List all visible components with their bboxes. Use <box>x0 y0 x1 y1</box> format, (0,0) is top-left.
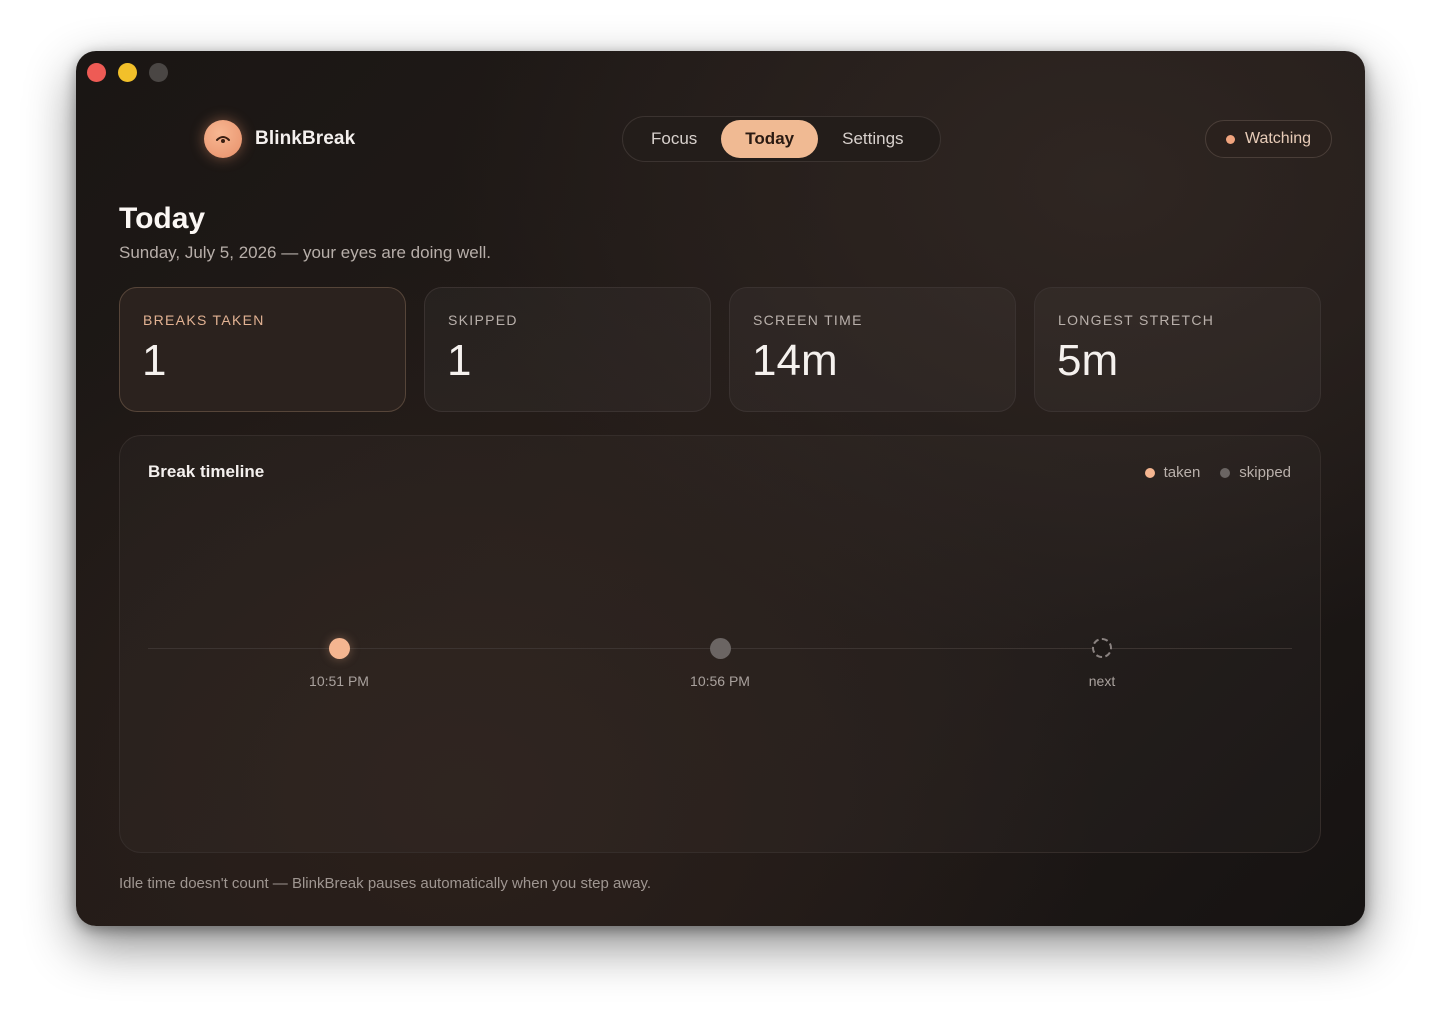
app-name: BlinkBreak <box>255 128 356 149</box>
stat-value: 14m <box>752 336 838 385</box>
status-label: Watching <box>1244 130 1312 147</box>
stat-card-longest-stretch: LONGEST STRETCH 5m <box>1034 287 1321 412</box>
stat-card-screen-time: SCREEN TIME 14m <box>729 287 1016 412</box>
skipped-dot-icon <box>1220 467 1231 478</box>
timeline-marker-label: 10:56 PM <box>690 673 750 689</box>
stat-label: SCREEN TIME <box>753 312 863 328</box>
stat-card-breaks-taken: BREAKS TAKEN 1 <box>119 287 406 412</box>
stat-label: SKIPPED <box>448 312 518 328</box>
app-window: BlinkBreak Focus Today Settings Watching… <box>76 51 1365 926</box>
close-window-button[interactable] <box>87 63 106 82</box>
stat-value: 1 <box>142 336 167 385</box>
stat-value: 1 <box>447 336 472 385</box>
legend-item-skipped: skipped <box>1220 464 1291 481</box>
timeline-marker-next <box>1092 638 1112 658</box>
zoom-window-button[interactable] <box>149 63 168 82</box>
tab-today[interactable]: Today <box>721 120 819 158</box>
stat-value: 5m <box>1057 336 1119 385</box>
brand: BlinkBreak <box>204 120 355 158</box>
taken-dot-icon <box>1144 467 1155 478</box>
tab-focus[interactable]: Focus <box>627 120 721 158</box>
status-dot-icon <box>1225 134 1235 144</box>
legend-label: taken <box>1163 464 1201 481</box>
page-subtitle: Sunday, July 5, 2026 — your eyes are doi… <box>119 243 492 262</box>
tab-settings[interactable]: Settings <box>818 120 927 158</box>
legend-label: skipped <box>1239 464 1291 481</box>
window-controls <box>87 63 168 82</box>
stat-label: LONGEST STRETCH <box>1058 312 1215 328</box>
timeline-marker-label: next <box>1088 673 1116 689</box>
timeline-legend: taken skipped <box>1144 464 1291 481</box>
page-title: Today <box>119 202 206 235</box>
eye-logo-icon <box>204 120 242 158</box>
timeline-marker-taken[interactable] <box>329 638 350 659</box>
watching-status-button[interactable]: Watching <box>1205 120 1332 158</box>
main-tabs: Focus Today Settings <box>622 116 941 162</box>
timeline-title: Break timeline <box>148 462 265 481</box>
minimize-window-button[interactable] <box>118 63 137 82</box>
break-timeline-card: Break timeline taken skipped 10:51 PM 10… <box>119 435 1321 853</box>
legend-item-taken: taken <box>1144 464 1201 481</box>
timeline-marker-skipped[interactable] <box>710 638 731 659</box>
timeline-marker-label: 10:51 PM <box>309 673 369 689</box>
footer-note: Idle time doesn't count — BlinkBreak pau… <box>119 875 652 892</box>
stat-label: BREAKS TAKEN <box>143 312 265 328</box>
stat-card-skipped: SKIPPED 1 <box>424 287 711 412</box>
